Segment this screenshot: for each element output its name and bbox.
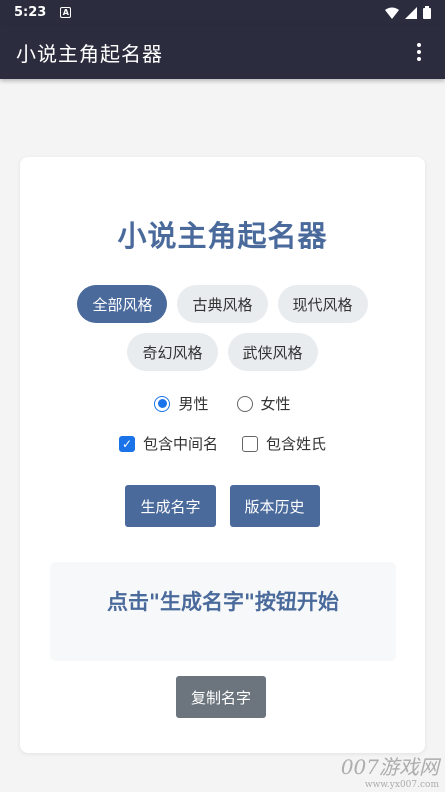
style-chip-wuxia[interactable]: 武侠风格 [227, 333, 318, 371]
female-label: 女性 [260, 395, 291, 413]
watermark-main: 007游戏网 [340, 755, 439, 779]
style-selector-row-1: 全部风格 古典风格 现代风格 [20, 285, 425, 323]
surname-label: 包含姓氏 [266, 435, 327, 453]
male-radio[interactable] [154, 395, 171, 412]
status-icons [385, 6, 431, 19]
action-buttons: 生成名字 版本历史 [20, 485, 425, 527]
gender-female-option[interactable]: 女性 [236, 393, 291, 414]
app-bar-title: 小说主角起名器 [16, 41, 163, 66]
battery-icon [423, 6, 431, 19]
gender-male-option[interactable]: 男性 [154, 393, 209, 414]
style-chip-modern[interactable]: 现代风格 [277, 285, 368, 323]
male-label: 男性 [178, 395, 209, 413]
result-text: 点击"生成名字"按钮开始 [107, 590, 339, 614]
notification-a-icon: A [60, 7, 72, 18]
page-title: 小说主角起名器 [117, 219, 328, 253]
style-selector-row-2: 奇幻风格 武侠风格 [20, 333, 425, 371]
name-options: ✓ 包含中间名 包含姓氏 [20, 433, 425, 454]
version-history-button[interactable]: 版本历史 [229, 485, 320, 527]
wifi-icon [385, 7, 399, 19]
status-time: 5:23 [14, 5, 47, 20]
middle-name-checkbox[interactable]: ✓ [118, 435, 135, 452]
overflow-menu-icon[interactable] [409, 37, 429, 67]
gender-selector: 男性 女性 [20, 393, 425, 414]
surname-checkbox[interactable] [242, 435, 258, 452]
watermark: 007游戏网 www.yx007.com [341, 751, 439, 790]
status-bar: 5:23 A [0, 0, 445, 25]
app-bar: 小说主角起名器 [0, 25, 445, 79]
middle-name-option[interactable]: ✓ 包含中间名 [118, 433, 218, 454]
style-chip-classical[interactable]: 古典风格 [177, 285, 268, 323]
result-box: 点击"生成名字"按钮开始 [50, 562, 396, 661]
copy-name-button[interactable]: 复制名字 [176, 676, 267, 718]
style-chip-fantasy[interactable]: 奇幻风格 [127, 333, 218, 371]
generate-name-button[interactable]: 生成名字 [125, 485, 216, 527]
middle-name-label: 包含中间名 [142, 435, 218, 453]
signal-icon [405, 6, 417, 19]
style-chip-all[interactable]: 全部风格 [77, 285, 168, 323]
surname-option[interactable]: 包含姓氏 [242, 433, 326, 454]
female-radio[interactable] [236, 395, 253, 412]
generator-card: 小说主角起名器 全部风格 古典风格 现代风格 奇幻风格 武侠风格 男性 女性 ✓… [20, 157, 425, 753]
watermark-sub: www.yx007.com [364, 780, 439, 790]
